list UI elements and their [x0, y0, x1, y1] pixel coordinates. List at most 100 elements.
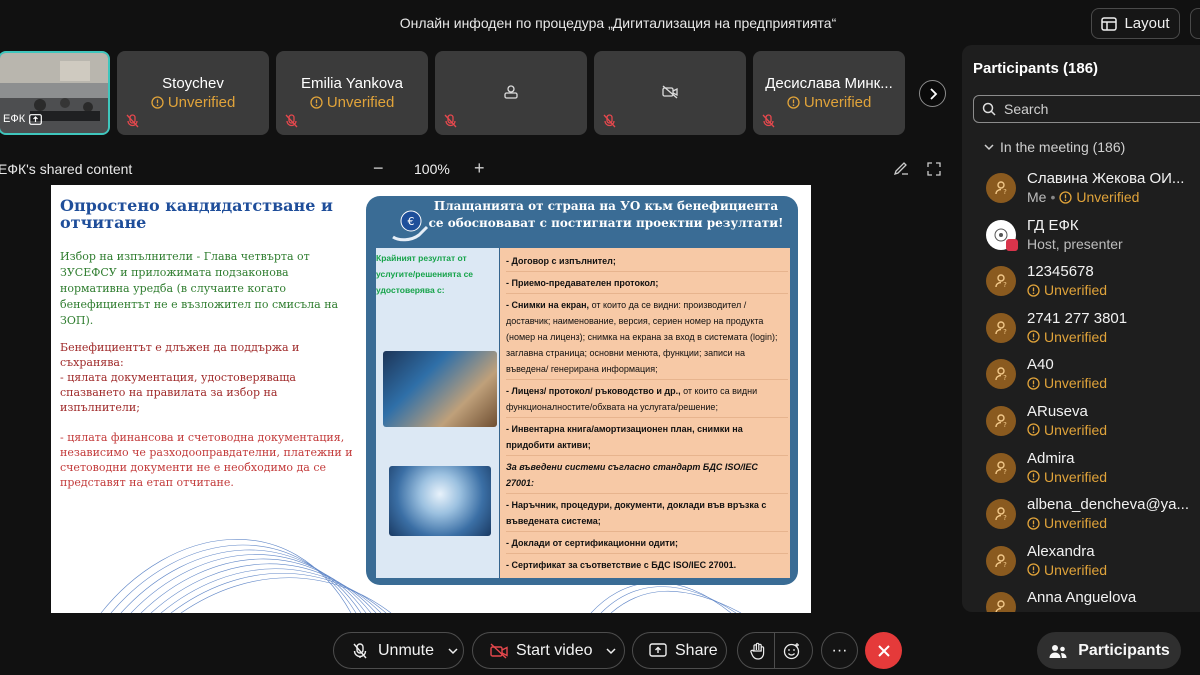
zoom-out-button[interactable]: − — [373, 158, 384, 179]
participant-search[interactable] — [973, 95, 1200, 123]
participant-row[interactable]: ? albena_dencheva@ya... Unverified — [962, 491, 1200, 538]
zoom-level: 100% — [414, 161, 450, 177]
user-unverified-icon — [995, 600, 1005, 612]
self-tile-name: ЕФК — [3, 113, 26, 125]
avatar: ? — [986, 545, 1016, 576]
item-text: - Наръчник, процедури, документи, доклад… — [506, 500, 767, 526]
warning-icon — [1027, 517, 1040, 530]
participant-name: A40 — [1027, 356, 1054, 374]
layout-button[interactable]: Layout — [1091, 8, 1180, 39]
share-button[interactable]: Share — [632, 632, 727, 669]
avatar: ? — [986, 359, 1016, 390]
slide-title: Опростено кандидатстване и отчитане — [60, 196, 333, 232]
fullscreen-icon[interactable] — [927, 162, 941, 176]
avatar: ? — [986, 452, 1016, 483]
status-text: Unverified — [1044, 328, 1108, 345]
user-unverified-icon: ? — [995, 507, 1007, 522]
leave-meeting-button[interactable] — [865, 632, 902, 669]
chevron-down-icon[interactable] — [448, 647, 458, 655]
avatar: ? — [986, 173, 1016, 203]
svg-text:?: ? — [1003, 328, 1007, 336]
warning-icon — [150, 96, 164, 109]
participants-icon — [1049, 644, 1067, 658]
participant-row[interactable]: ? A40 Unverified — [962, 351, 1200, 398]
participant-name: Славина Жекова ОИ... — [1027, 170, 1185, 187]
tile-status-text: Unverified — [803, 94, 872, 111]
annotate-icon[interactable] — [893, 162, 909, 176]
video-off-icon — [662, 85, 678, 99]
screen-share-icon — [29, 113, 43, 125]
list-item: - Приемо-предавателен протокол; — [506, 275, 788, 294]
unmute-label: Unmute — [378, 641, 435, 659]
participant-name: ARuseva — [1027, 402, 1088, 420]
participant-row[interactable]: ? 12345678 Unverified — [962, 258, 1200, 305]
item-text: - Инвентарна книга/амортизационен план, … — [506, 424, 743, 450]
participant-row[interactable]: ? Славина Жекова ОИ... Me • Unverified — [962, 165, 1200, 212]
user-unverified-icon: ? — [995, 460, 1007, 476]
panel-right-column: - Договор с изпълнител; - Приемо-предава… — [500, 248, 790, 578]
status-text: Unverified — [1044, 375, 1108, 392]
tile-status: Unverified — [117, 94, 269, 111]
start-video-button[interactable]: Start video — [472, 632, 625, 669]
list-item: За въведени системи съгласно стандарт БД… — [506, 459, 788, 494]
emoji-reaction-icon[interactable] — [783, 642, 801, 660]
window-more-button[interactable] — [1190, 8, 1200, 39]
svg-text:€: € — [408, 215, 415, 228]
separator-dot: • — [1050, 189, 1056, 205]
more-options-label: ··· — [831, 641, 848, 659]
video-off-icon — [490, 642, 508, 659]
participant-row[interactable]: ? 2741 277 3801 Unverified — [962, 305, 1200, 352]
participant-tile[interactable]: Десислава Минк... Unverified — [753, 51, 905, 135]
meeting-title: Онлайн инфоден по процедура „Дигитализац… — [399, 15, 837, 31]
participant-tile[interactable]: Stoychev Unverified — [117, 51, 269, 135]
tile-name: Десислава Минк... — [765, 75, 893, 92]
avatar: ? — [986, 312, 1016, 343]
participant-name: Anna Anguelova — [1027, 589, 1137, 607]
list-item: - Сертификат за съответствие с БДС ISO/I… — [506, 557, 788, 575]
participants-button[interactable]: Participants — [1037, 632, 1181, 669]
me-label: Me — [1027, 189, 1047, 205]
tile-status-text: Unverified — [167, 94, 236, 111]
participant-row[interactable]: ? Alexandra Unverified — [962, 538, 1200, 585]
participant-sub: Unverified — [1027, 282, 1107, 298]
share-label: Share — [675, 641, 718, 659]
user-unverified-icon: ? — [995, 414, 1007, 429]
warning-icon — [1027, 377, 1040, 390]
raise-hand-icon[interactable] — [750, 642, 766, 660]
phone-user-icon — [504, 85, 518, 99]
participant-row[interactable]: Anna Anguelova — [962, 584, 1200, 612]
participant-row[interactable]: ГД ЕФК Host, presenter — [962, 212, 1200, 259]
item-text: - Доклади от сертификационни одити; — [506, 538, 679, 548]
next-tiles-button[interactable] — [919, 80, 946, 107]
more-options-button[interactable]: ··· — [821, 632, 858, 669]
unmute-button[interactable]: Unmute — [333, 632, 464, 669]
slide-finance-text: - цялата финансова и счетоводна документ… — [60, 431, 353, 489]
in-meeting-group-toggle[interactable]: In the meeting (186) — [984, 139, 1125, 155]
muted-mic-icon — [126, 114, 139, 128]
zoom-in-button[interactable]: + — [474, 158, 485, 179]
self-video-tile[interactable]: ЕФК — [0, 51, 110, 135]
chevron-down-icon[interactable] — [606, 647, 617, 655]
participant-tile[interactable]: Emilia Yankova Unverified — [276, 51, 428, 135]
participant-name: Admira — [1027, 449, 1075, 467]
robot-hand-image — [389, 466, 491, 536]
slide-obligation-text: Бенефициентът е длъжен да поддържа и съх… — [60, 340, 360, 415]
participant-row[interactable]: ? ARuseva Unverified — [962, 398, 1200, 445]
participant-tile[interactable] — [594, 51, 746, 135]
participant-sub: Unverified — [1027, 515, 1107, 531]
participant-sub: Unverified — [1027, 562, 1107, 578]
self-tile-tag: ЕФК — [0, 113, 43, 125]
results-panel: € Плащанията от страна на УО към бенефиц… — [366, 196, 798, 585]
search-input[interactable] — [1004, 101, 1184, 117]
warning-icon — [1027, 423, 1040, 437]
participant-sub: Unverified — [1027, 329, 1107, 345]
layout-label: Layout — [1124, 15, 1170, 32]
participant-tile[interactable] — [435, 51, 587, 135]
participant-row[interactable]: ? Admira Unverified — [962, 445, 1200, 492]
tile-status-text: Unverified — [326, 94, 395, 111]
svg-text:?: ? — [1003, 374, 1007, 382]
participant-sub: Unverified — [1027, 375, 1107, 391]
warning-icon — [1027, 284, 1040, 297]
meeting-controls: Unmute Start video Share ··· Participant… — [0, 624, 1200, 675]
share-screen-icon — [649, 643, 667, 657]
